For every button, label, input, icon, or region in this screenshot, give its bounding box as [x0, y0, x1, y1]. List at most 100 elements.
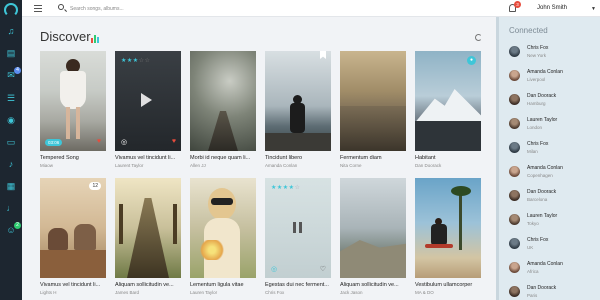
album-artist[interactable]: Allen JJ	[190, 163, 206, 168]
note-icon[interactable]: ♩	[6, 203, 16, 213]
avatar[interactable]	[509, 70, 520, 81]
contact-name[interactable]: Chris Fox	[527, 45, 548, 51]
avatar[interactable]	[509, 238, 520, 249]
contact-item[interactable]: Lauren Taylor Tokyo	[509, 211, 599, 233]
album-title[interactable]: Aliquam sollicitudin ve...	[115, 282, 185, 288]
album-artist[interactable]: Lauren Taylor	[190, 290, 217, 295]
album-artist[interactable]: Dan Doorack	[415, 163, 441, 168]
user-name[interactable]: John Smith	[537, 5, 567, 11]
album-cover[interactable]: ★★★☆☆ ◎ ♥	[115, 51, 181, 151]
album-artist[interactable]: Jack Jason	[340, 290, 363, 295]
album-cover[interactable]: 12	[40, 178, 106, 278]
album-title[interactable]: Vivamus vel tincidunt li...	[115, 155, 185, 161]
album-artist[interactable]: James Bard	[115, 290, 139, 295]
heart-icon[interactable]: ♡	[320, 265, 326, 273]
avatar[interactable]	[509, 166, 520, 177]
album-cover[interactable]: ●	[415, 51, 481, 151]
avatar[interactable]	[509, 142, 520, 153]
avatar[interactable]	[509, 286, 520, 297]
album-cover[interactable]	[190, 178, 256, 278]
play-icon[interactable]	[141, 93, 152, 107]
album-title[interactable]: Aliquam sollicitudin ve...	[340, 282, 410, 288]
page-title: Discover	[40, 29, 91, 44]
contact-item[interactable]: Chris Fox New York	[509, 43, 599, 65]
contact-name[interactable]: Amanda Conlan	[527, 69, 563, 75]
list-icon[interactable]: ☰	[6, 93, 16, 103]
top-bar: 3 John Smith ▼	[22, 0, 600, 17]
contact-item[interactable]: Chris Fox Milan	[509, 139, 599, 161]
contact-item[interactable]: Amanda Conlan Copenhagen	[509, 163, 599, 185]
album-artist[interactable]: MA & DO	[415, 290, 434, 295]
music-note-icon[interactable]: ♫	[6, 26, 16, 36]
contact-name[interactable]: Lauren Taylor	[527, 117, 557, 123]
chevron-down-icon[interactable]: ▼	[591, 6, 596, 12]
album-title[interactable]: Lementum ligula vitae	[190, 282, 260, 288]
album-cover[interactable]	[340, 178, 406, 278]
avatar[interactable]	[509, 118, 520, 129]
microphone-icon[interactable]: ♪	[6, 159, 16, 169]
album-title[interactable]: Fermentum diam	[340, 155, 410, 161]
bookmark-icon[interactable]	[320, 51, 326, 59]
search-input[interactable]	[70, 3, 190, 14]
contact-name[interactable]: Chris Fox	[527, 141, 548, 147]
headphones-logo-icon[interactable]	[4, 3, 18, 17]
album-artist[interactable]: Amanda Conlan	[265, 163, 297, 168]
contact-location: Hamburg	[527, 101, 546, 106]
avatar[interactable]	[509, 94, 520, 105]
album-title[interactable]: Tempered Song	[40, 155, 110, 161]
contact-name[interactable]: Amanda Conlan	[527, 261, 563, 267]
album-title[interactable]: Tincidunt libero	[265, 155, 335, 161]
album-title[interactable]: Habitant	[415, 155, 485, 161]
avatar[interactable]	[509, 262, 520, 273]
contact-item[interactable]: Amanda Conlan Liverpool	[509, 67, 599, 89]
album-cover[interactable]	[190, 51, 256, 151]
avatar[interactable]	[509, 190, 520, 201]
album-title[interactable]: Vestibulum ullamcorper	[415, 282, 485, 288]
contact-name[interactable]: Amanda Conlan	[527, 165, 563, 171]
contact-name[interactable]: Dan Doorack	[527, 285, 556, 291]
avatar[interactable]	[509, 214, 520, 225]
check-icon[interactable]: ◎	[271, 265, 277, 273]
star-rating[interactable]: ★★★★☆	[271, 184, 300, 191]
avatar[interactable]	[509, 46, 520, 57]
contact-item[interactable]: Dan Doorack Barcelona	[509, 187, 599, 209]
search-icon[interactable]	[58, 4, 64, 10]
album-cover[interactable]	[415, 178, 481, 278]
grid-icon[interactable]: ▦	[6, 181, 16, 191]
album-title[interactable]: Egestas dui nec ferment...	[265, 282, 335, 288]
contact-item[interactable]: Chris Fox UK	[509, 235, 599, 257]
album-artist[interactable]: Miaow	[40, 163, 53, 168]
contact-item[interactable]: Lauren Taylor London	[509, 115, 599, 137]
hamburger-menu-icon[interactable]	[34, 5, 42, 12]
star-rating[interactable]: ★★★☆☆	[121, 57, 150, 64]
contact-name[interactable]: Dan Doorack	[527, 189, 556, 195]
album-artist[interactable]: Lights H	[40, 290, 57, 295]
contact-item[interactable]: Dan Doorack Paris	[509, 283, 599, 300]
album-title[interactable]: Morbi id neque quam li...	[190, 155, 260, 161]
album-artist[interactable]: Chris Fox	[265, 290, 284, 295]
contact-name[interactable]: Dan Doorack	[527, 93, 556, 99]
album-cover[interactable]	[265, 51, 331, 151]
check-icon[interactable]: ◎	[121, 138, 127, 146]
contact-name[interactable]: Lauren Taylor	[527, 213, 557, 219]
album-artist[interactable]: Laurent Taylor	[115, 163, 143, 168]
contact-item[interactable]: Amanda Conlan Africa	[509, 259, 599, 281]
album-cover[interactable]	[115, 178, 181, 278]
album-cover[interactable]	[340, 51, 406, 151]
album-cover[interactable]: 03:06 ♥	[40, 51, 106, 151]
pause-icon[interactable]	[293, 222, 302, 233]
refresh-icon[interactable]	[475, 34, 482, 41]
album-artist[interactable]: Nita Corne	[340, 163, 362, 168]
contact-item[interactable]: Dan Doorack Hamburg	[509, 91, 599, 113]
library-icon[interactable]: ▤	[6, 48, 16, 58]
icon-rail: ♫ ▤ ✉ 4 ☰ ◉ ▭ ♪ ▦ ♩ ☺ 2	[0, 0, 22, 300]
album-title[interactable]: Vivamus vel tincidunt li...	[40, 282, 110, 288]
record-icon[interactable]: ◉	[6, 115, 16, 125]
contact-name[interactable]: Chris Fox	[527, 237, 548, 243]
heart-icon[interactable]: ♥	[172, 138, 176, 145]
contact-location: UK	[527, 245, 534, 250]
heart-icon[interactable]: ♥	[97, 138, 101, 145]
album-cover[interactable]: ★★★★☆ ◎ ♡	[265, 178, 331, 278]
monitor-icon[interactable]: ▭	[6, 137, 16, 147]
contact-location: Milan	[527, 149, 538, 154]
